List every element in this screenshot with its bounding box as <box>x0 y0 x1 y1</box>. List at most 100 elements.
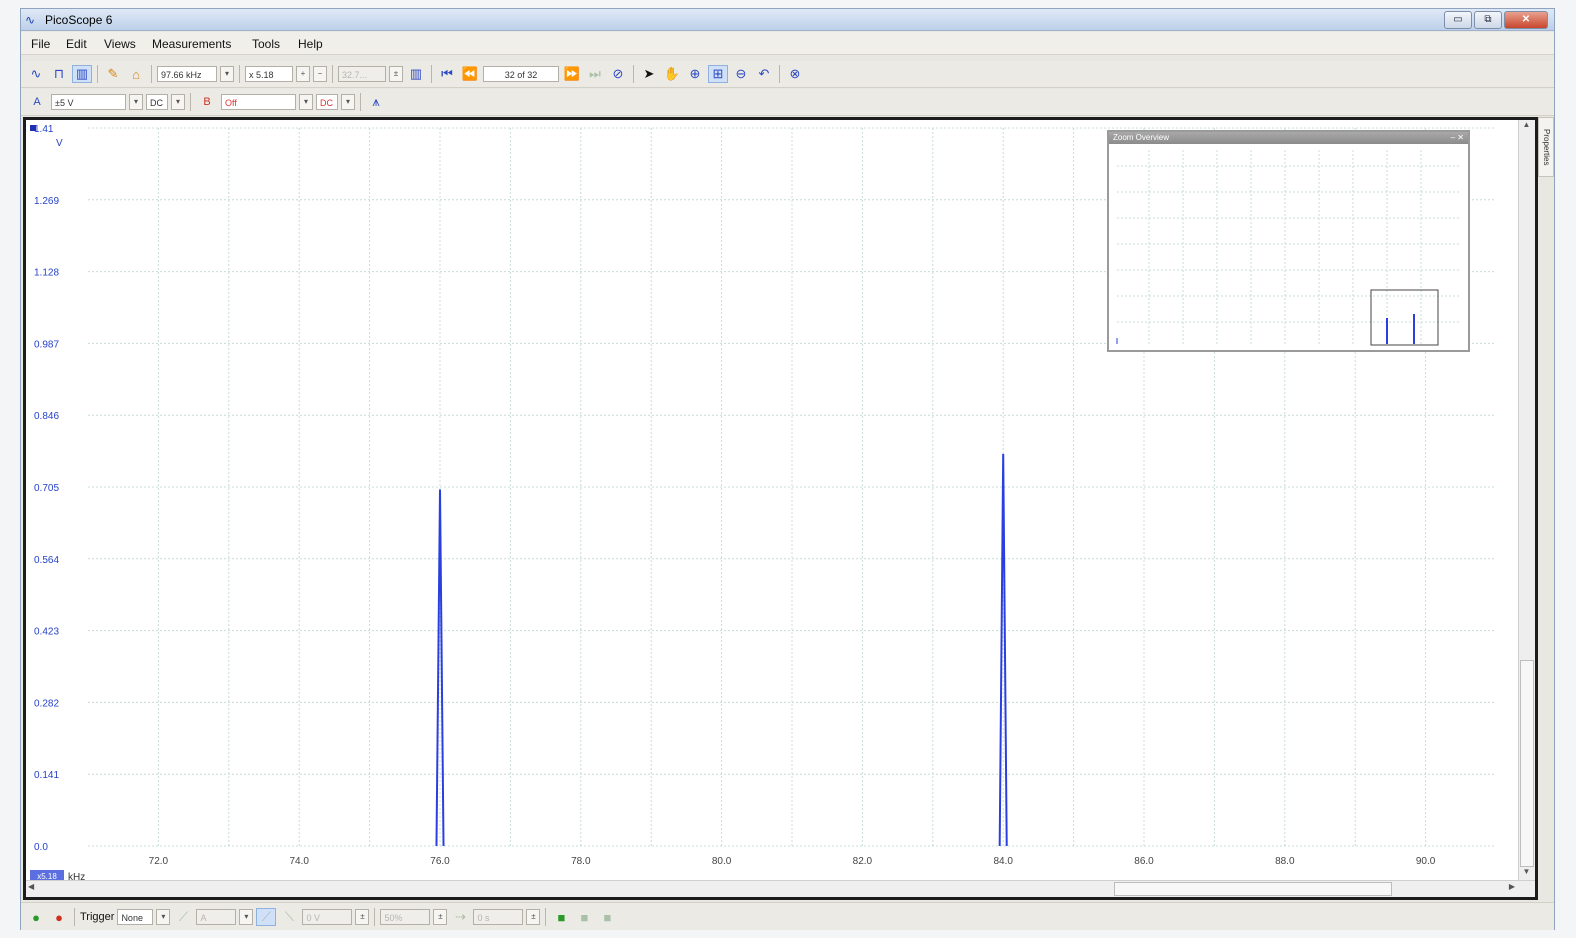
vertical-scroll-thumb[interactable] <box>1520 660 1534 867</box>
zoom-overview-window[interactable]: Zoom Overview – ✕ <box>1107 130 1470 352</box>
menu-measurements[interactable]: Measurements <box>152 37 231 51</box>
add-measurement-icon[interactable]: ■ <box>551 908 571 926</box>
menu-tools[interactable]: Tools <box>252 37 280 51</box>
close-button[interactable]: ✕ <box>1504 11 1548 29</box>
zoom-down-button[interactable]: − <box>313 66 327 82</box>
zoom-region-rect <box>1370 289 1439 346</box>
y-tick-label: 0.0 <box>34 842 48 853</box>
x-tick-label: 88.0 <box>1275 856 1295 867</box>
disabled-field: 32.7... <box>338 66 386 82</box>
channel-options-icon[interactable]: ▥ <box>406 65 426 83</box>
app-window: ∿ PicoScope 6 ▭ ⧉ ✕ File Edit Views Meas… <box>20 8 1555 930</box>
y-tick-label: 0.564 <box>34 555 59 566</box>
zoom-overview-title: Zoom Overview – ✕ <box>1109 132 1468 144</box>
channel-b-coupling-dropdown[interactable]: ▾ <box>341 94 355 110</box>
channel-a-coupling[interactable]: DC <box>146 94 168 110</box>
properties-tab[interactable]: Properties <box>1538 117 1554 177</box>
menu-bar: File Edit Views Measurements Tools Help <box>21 32 1554 55</box>
y-tick-label: 0.705 <box>34 483 59 494</box>
spectrum-view[interactable]: 1.41 1.269 1.128 0.987 0.846 0.705 0.564 0.423 0… <box>23 117 1538 900</box>
scope-mode-icon[interactable]: ∿ <box>26 65 46 83</box>
next-buffer-icon: ⏩ <box>563 66 581 81</box>
title-bar: ∿ PicoScope 6 ▭ ⧉ ✕ <box>21 9 1554 31</box>
delay-icon: ⇢ <box>454 909 466 924</box>
channel-b-range[interactable]: Off <box>221 94 296 110</box>
spectrum-mode-icon[interactable]: ▥ <box>72 65 92 83</box>
zoom-tool-icon[interactable]: ⊗ <box>785 65 805 83</box>
zoom-out-icon[interactable]: ⊖ <box>731 65 751 83</box>
channel-a-range[interactable]: ±5 V <box>51 94 126 110</box>
picoscope-logo-icon: ∿ <box>25 13 36 27</box>
start-icon[interactable]: ● <box>26 908 46 926</box>
zoom-overview-plot <box>1116 150 1460 346</box>
scroll-left-arrow[interactable]: ◀ <box>28 882 34 891</box>
buffer-field[interactable]: 32 of 32 <box>483 66 559 82</box>
channel-a-coupling-dropdown[interactable]: ▾ <box>171 94 185 110</box>
x-tick-label: 84.0 <box>993 856 1013 867</box>
pre-trigger-field: 50% <box>380 909 431 925</box>
disabled-spin: ± <box>389 66 403 82</box>
zoom-overview-title-text: Zoom Overview <box>1113 133 1170 142</box>
hand-icon[interactable]: ✋ <box>662 65 682 83</box>
threshold-field: 0 V <box>302 909 353 925</box>
zoom-region-icon[interactable]: ⊞ <box>708 65 728 83</box>
y-tick-label: 0.423 <box>34 627 59 638</box>
channel-b-coupling[interactable]: DC <box>316 94 338 110</box>
home-icon[interactable]: ⌂ <box>126 65 146 83</box>
channel-b-range-dropdown[interactable]: ▾ <box>299 94 313 110</box>
y-tick-label: 1.269 <box>34 196 59 207</box>
scroll-up-arrow[interactable]: ▲ <box>1520 120 1533 134</box>
x-tick-label: 72.0 <box>149 856 169 867</box>
x-tick-label: 90.0 <box>1416 856 1436 867</box>
trigger-channel-field: A <box>196 909 237 925</box>
window-title: PicoScope 6 <box>45 13 113 27</box>
first-buffer-icon[interactable]: ⏮ <box>437 65 457 83</box>
minimize-button[interactable]: ▭ <box>1444 11 1472 29</box>
zoom-overview-buttons[interactable]: – ✕ <box>1451 132 1464 144</box>
zoom-up-button[interactable]: + <box>296 66 310 82</box>
y-tick-label: 0.141 <box>34 770 59 781</box>
scroll-down-arrow[interactable]: ▼ <box>1520 867 1533 881</box>
delay-spin: ± <box>526 909 541 925</box>
clear-buffer-icon[interactable]: ⊘ <box>608 65 628 83</box>
x-tick-label: 74.0 <box>289 856 309 867</box>
trigger-mode-dropdown[interactable]: ▾ <box>156 909 171 925</box>
zoom-field[interactable]: x 5.18 <box>245 66 293 82</box>
channel-b-icon[interactable]: B <box>196 93 218 111</box>
trigger-mode-field[interactable]: None <box>117 909 154 925</box>
zoom-in-icon[interactable]: ⊕ <box>685 65 705 83</box>
trigger-type-icon: ⟋ <box>178 909 188 924</box>
status-bar: ● ● Trigger None ▾ ⟋ A ▾ ⟋ ⟍ 0 V ± 50% ±… <box>21 902 1554 930</box>
previous-buffer-icon[interactable]: ⏪ <box>460 65 480 83</box>
vertical-scrollbar[interactable]: ▲ ▼ <box>1518 120 1535 897</box>
x-tick-label: 80.0 <box>712 856 732 867</box>
sample-rate-dropdown[interactable]: ▾ <box>220 66 234 82</box>
rising-edge-icon: ⟋ <box>256 908 277 926</box>
channel-a-marker <box>30 125 36 131</box>
toolbar-main: ∿ ⊓ ▥ ✎ ⌂ 97.66 kHz ▾ x 5.18 + − 32.7...… <box>21 61 1554 88</box>
menu-help[interactable]: Help <box>298 37 323 51</box>
channel-a-icon[interactable]: A <box>26 93 48 111</box>
channel-a-range-dropdown[interactable]: ▾ <box>129 94 143 110</box>
horizontal-scrollbar[interactable]: ◀ ▶ <box>26 880 1535 897</box>
maximize-button[interactable]: ⧉ <box>1474 11 1502 29</box>
menu-views[interactable]: Views <box>104 37 136 51</box>
x-tick-label: 86.0 <box>1134 856 1154 867</box>
horizontal-scroll-thumb[interactable] <box>1114 882 1392 896</box>
signal-generator-icon[interactable]: ⩚ <box>366 93 386 111</box>
y-tick-label: 1.41 <box>34 124 54 135</box>
scroll-right-arrow[interactable]: ▶ <box>1509 882 1515 891</box>
menu-edit[interactable]: Edit <box>66 37 87 51</box>
pre-trigger-spin: ± <box>433 909 448 925</box>
trigger-channel-dropdown: ▾ <box>239 909 254 925</box>
undo-zoom-icon[interactable]: ↶ <box>754 65 774 83</box>
sample-rate-field[interactable]: 97.66 kHz <box>157 66 217 82</box>
pointer-icon[interactable]: ➤ <box>639 65 659 83</box>
y-tick-label: 0.987 <box>34 339 59 350</box>
stop-icon[interactable]: ● <box>49 908 69 926</box>
x-tick-label: 82.0 <box>853 856 873 867</box>
persistence-mode-icon[interactable]: ⊓ <box>49 65 69 83</box>
probe-icon[interactable]: ✎ <box>103 65 123 83</box>
y-tick-label: 1.128 <box>34 268 59 279</box>
menu-file[interactable]: File <box>31 37 50 51</box>
